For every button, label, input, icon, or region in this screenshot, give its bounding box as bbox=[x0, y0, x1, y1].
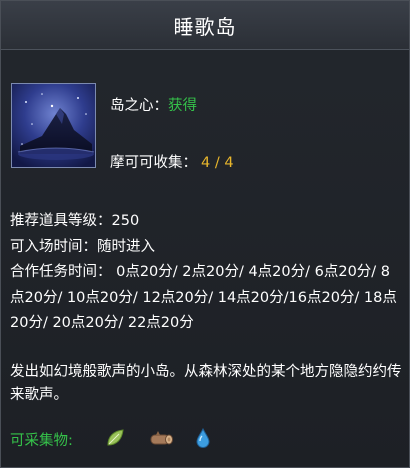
island-heart-status: 获得 bbox=[168, 98, 197, 114]
island-thumbnail bbox=[11, 83, 96, 168]
island-tooltip-panel: 睡歌岛 岛之心：获得 摩可可收集： 4 / 4 推荐道具等级：250 可入场时间… bbox=[0, 0, 410, 468]
entry-time: 可入场时间：随时进入 bbox=[10, 239, 155, 255]
island-heart-row: 岛之心：获得 bbox=[110, 94, 197, 115]
mokoko-label: 摩可可收集： bbox=[110, 155, 197, 171]
island-image bbox=[12, 84, 95, 167]
coop-task-times: 合作任务时间： 0点20分/ 2点20分/ 4点20分/ 6点20分/ 8点20… bbox=[10, 264, 397, 331]
mokoko-row: 摩可可收集： 4 / 4 bbox=[110, 151, 234, 172]
island-description: 发出如幻境般歌声的小岛。从森林深处的某个地方隐隐约约传来歌声。 bbox=[10, 364, 402, 403]
leaf-icon[interactable] bbox=[104, 427, 126, 449]
water-drop-icon[interactable] bbox=[192, 427, 214, 449]
log-icon[interactable] bbox=[148, 427, 174, 449]
island-title: 睡歌岛 bbox=[173, 14, 237, 39]
mokoko-count: 4 / 4 bbox=[201, 155, 234, 171]
collectibles-label: 可采集物: bbox=[10, 433, 73, 449]
island-heart-label: 岛之心： bbox=[110, 98, 168, 114]
title-bar: 睡歌岛 bbox=[1, 1, 409, 50]
recommended-item-level: 推荐道具等级：250 bbox=[10, 213, 140, 229]
